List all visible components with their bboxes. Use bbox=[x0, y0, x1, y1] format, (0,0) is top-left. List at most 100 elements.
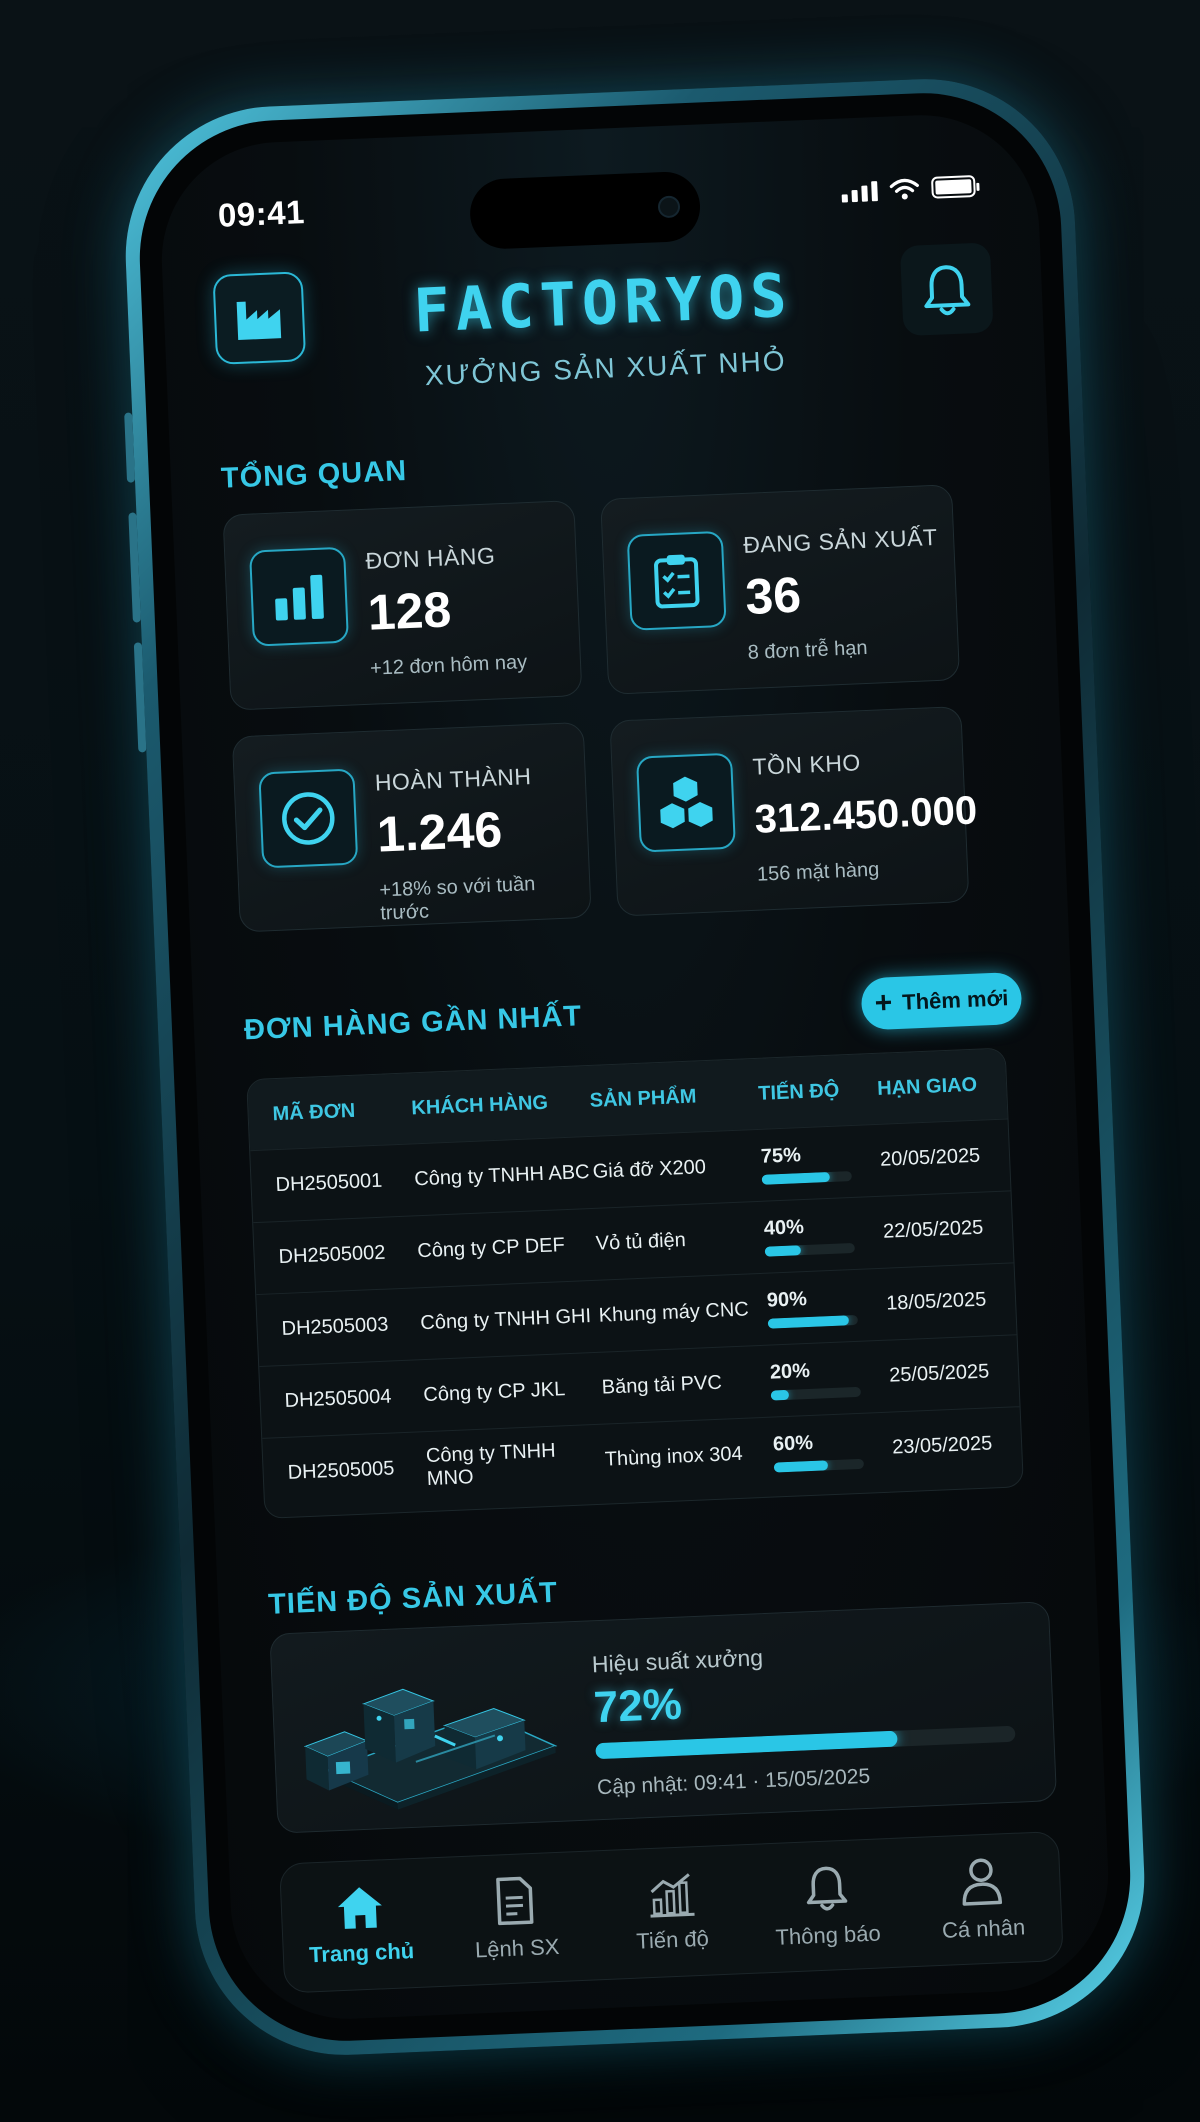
progress-percent: 40% bbox=[763, 1216, 805, 1240]
order-product: Khung máy CNC bbox=[598, 1298, 750, 1327]
volume-down-button bbox=[133, 642, 147, 753]
card-subtext: 8 đơn trễ hạn bbox=[747, 636, 868, 664]
status-icons bbox=[841, 174, 976, 203]
card-label: ĐƠN HÀNG bbox=[365, 542, 496, 574]
volume-up-button bbox=[128, 512, 141, 623]
efficiency-label: Hiệu suất xưởng bbox=[591, 1644, 764, 1678]
progress-bar bbox=[764, 1242, 856, 1257]
stat-card-in-production[interactable]: ĐANG SẢN XUẤT 36 8 đơn trễ hạn bbox=[600, 484, 961, 695]
status-time: 09:41 bbox=[217, 193, 306, 234]
production-card[interactable]: Hiệu suất xưởng 72% Cập nhật: 09:41 · 15… bbox=[269, 1601, 1058, 1834]
bar-chart-icon bbox=[249, 546, 349, 647]
tab-profile[interactable]: Cá nhân bbox=[911, 1853, 1054, 1945]
column-header[interactable]: SẢN PHẨM bbox=[589, 1082, 758, 1112]
progress-fill bbox=[767, 1315, 850, 1329]
order-progress: 60% bbox=[773, 1429, 894, 1473]
clipboard-checklist-icon bbox=[626, 530, 727, 631]
wifi-icon bbox=[889, 178, 919, 200]
check-circle-icon bbox=[258, 768, 359, 869]
orders-table: MÃ ĐƠN KHÁCH HÀNG SẢN PHẨM TIẾN ĐỘ HẠN G… bbox=[246, 1047, 1024, 1519]
tab-label: Tiến độ bbox=[635, 1925, 710, 1954]
card-subtext: +12 đơn hôm nay bbox=[369, 651, 528, 680]
order-due-date: 22/05/2025 bbox=[882, 1216, 984, 1243]
app-screen: 09:41 FACTORYOS XƯỞNG SẢN XUẤT NHỎ TỔNG … bbox=[157, 110, 1113, 2024]
progress-bar bbox=[761, 1171, 852, 1185]
order-customer: Công ty CP JKL bbox=[422, 1378, 566, 1407]
tab-label: Trang chủ bbox=[308, 1938, 415, 1968]
document-icon bbox=[496, 1876, 534, 1926]
tab-production-orders[interactable]: Lệnh SX bbox=[444, 1873, 587, 1965]
bottom-tab-bar: Trang chủ Lệnh SX Tiến độ Thông báo Cá n… bbox=[279, 1830, 1064, 1994]
order-due-date: 20/05/2025 bbox=[879, 1144, 981, 1171]
card-subtext: 156 mặt hàng bbox=[756, 858, 880, 886]
dynamic-island bbox=[468, 170, 702, 251]
progress-fill bbox=[770, 1389, 790, 1401]
progress-fill bbox=[764, 1245, 802, 1257]
mute-switch bbox=[124, 412, 136, 483]
order-product: Giá đỡ X200 bbox=[592, 1156, 707, 1183]
tab-notifications[interactable]: Thông báo bbox=[755, 1860, 898, 1952]
order-progress: 90% bbox=[766, 1285, 887, 1329]
order-due-date: 23/05/2025 bbox=[891, 1432, 993, 1459]
column-header[interactable]: KHÁCH HÀNG bbox=[411, 1089, 590, 1119]
last-updated: Cập nhật: 09:41 · 15/05/2025 bbox=[596, 1764, 871, 1800]
card-subtext: +18% so với tuần trước bbox=[378, 873, 536, 925]
order-due-date: 18/05/2025 bbox=[885, 1288, 987, 1315]
stat-card-orders[interactable]: ĐƠN HÀNG 128 +12 đơn hôm nay bbox=[222, 500, 583, 711]
order-progress: 40% bbox=[763, 1213, 884, 1257]
battery-icon bbox=[930, 174, 976, 199]
order-id: DH2505005 bbox=[287, 1457, 395, 1484]
tab-home[interactable]: Trang chủ bbox=[289, 1881, 432, 1969]
card-value: 1.246 bbox=[375, 801, 504, 863]
order-id: DH2505003 bbox=[281, 1313, 389, 1341]
card-value: 312.450.000 bbox=[753, 788, 978, 842]
order-product: Thùng inox 304 bbox=[604, 1442, 744, 1471]
progress-percent: 20% bbox=[769, 1359, 811, 1384]
home-icon bbox=[337, 1887, 382, 1929]
progress-percent: 60% bbox=[772, 1431, 814, 1456]
column-header[interactable]: MÃ ĐƠN bbox=[272, 1097, 412, 1126]
stat-card-completed[interactable]: HOÀN THÀNH 1.246 +18% so với tuần trước bbox=[231, 721, 592, 933]
order-customer: Công ty TNHH ABC bbox=[413, 1161, 590, 1191]
order-id: DH2505004 bbox=[284, 1385, 392, 1412]
order-customer: Công ty TNHH MNO bbox=[425, 1439, 556, 1490]
progress-percent: 75% bbox=[760, 1144, 802, 1168]
order-product: Băng tải PVC bbox=[601, 1371, 723, 1399]
stat-card-inventory[interactable]: TỒN KHO 312.450.000 156 mặt hàng bbox=[609, 706, 978, 917]
overview-title: TỔNG QUAN bbox=[220, 455, 408, 495]
phone-bezel: 09:41 FACTORYOS XƯỞNG SẢN XUẤT NHỎ TỔNG … bbox=[134, 87, 1136, 2047]
column-header[interactable]: TIẾN ĐỘ bbox=[758, 1077, 878, 1105]
tab-label: Thông báo bbox=[775, 1920, 882, 1950]
production-title: TIẾN ĐỘ SẢN XUẤT bbox=[267, 1576, 559, 1621]
recent-orders-title: ĐƠN HÀNG GẦN NHẤT bbox=[243, 1000, 583, 1047]
phone-frame: 09:41 FACTORYOS XƯỞNG SẢN XUẤT NHỎ TỔNG … bbox=[119, 72, 1151, 2062]
plus-icon: + bbox=[874, 986, 893, 1020]
bell-icon bbox=[806, 1866, 847, 1911]
efficiency-value: 72% bbox=[592, 1679, 683, 1733]
signal-icon bbox=[841, 181, 878, 203]
card-label: ĐANG SẢN XUẤT bbox=[742, 523, 938, 558]
add-order-button[interactable]: + Thêm mới bbox=[860, 971, 1023, 1031]
order-customer: Công ty CP DEF bbox=[416, 1234, 566, 1263]
progress-fill bbox=[773, 1460, 829, 1473]
order-progress: 20% bbox=[769, 1357, 890, 1401]
progress-fill bbox=[761, 1171, 830, 1185]
order-id: DH2505002 bbox=[278, 1241, 386, 1269]
bell-icon bbox=[924, 265, 971, 316]
progress-percent: 90% bbox=[766, 1288, 808, 1312]
add-order-label: Thêm mới bbox=[901, 985, 1009, 1015]
stage: 09:41 FACTORYOS XƯỞNG SẢN XUẤT NHỎ TỔNG … bbox=[0, 0, 1200, 2122]
card-label: TỒN KHO bbox=[751, 749, 862, 780]
order-due-date: 25/05/2025 bbox=[888, 1360, 990, 1387]
card-label: HOÀN THÀNH bbox=[374, 763, 532, 796]
tab-label: Cá nhân bbox=[941, 1914, 1026, 1943]
order-product: Vỏ tủ điện bbox=[595, 1229, 687, 1255]
column-header[interactable]: HẠN GIAO bbox=[877, 1072, 1007, 1100]
tab-progress[interactable]: Tiến độ bbox=[600, 1868, 743, 1956]
card-value: 36 bbox=[744, 566, 803, 625]
order-progress: 75% bbox=[760, 1141, 881, 1185]
order-id: DH2505001 bbox=[275, 1169, 383, 1197]
notification-button[interactable] bbox=[899, 242, 994, 337]
progress-bar bbox=[767, 1314, 859, 1329]
order-customer: Công ty TNHH GHI bbox=[419, 1305, 592, 1335]
